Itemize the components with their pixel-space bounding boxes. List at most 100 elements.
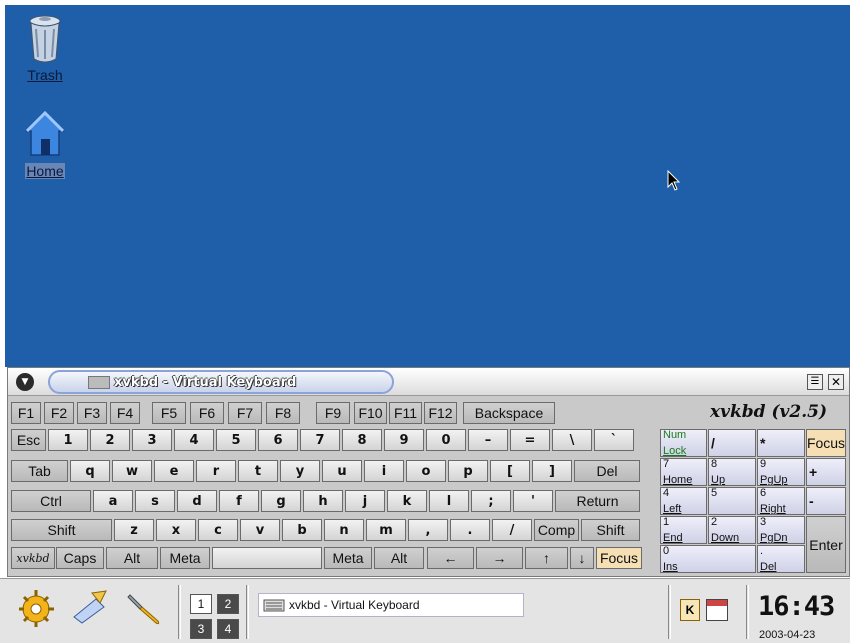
- window-menu-button[interactable]: ▼: [16, 373, 34, 391]
- key-numpad-focus[interactable]: Focus: [806, 429, 846, 457]
- key-focus[interactable]: Focus: [596, 547, 642, 569]
- key-f11[interactable]: F11: [389, 402, 422, 424]
- tools-wrench-icon[interactable]: [124, 587, 164, 627]
- desktop-icon-home[interactable]: Home: [15, 109, 75, 180]
- key-return[interactable]: Return: [555, 490, 640, 512]
- key-num-1[interactable]: 1: [48, 429, 88, 451]
- key-num-11[interactable]: –: [468, 429, 508, 451]
- key-num-6[interactable]: 6: [258, 429, 298, 451]
- key-f6[interactable]: F6: [190, 402, 224, 424]
- clock-time[interactable]: 16:43: [758, 591, 835, 622]
- key-f1[interactable]: F1: [11, 402, 41, 424]
- key-numpad-slash[interactable]: /: [708, 429, 756, 457]
- key-s[interactable]: s: [135, 490, 175, 512]
- key-k[interactable]: k: [387, 490, 427, 512]
- pager-desktop-4[interactable]: 4: [217, 619, 239, 639]
- key-z[interactable]: z: [114, 519, 154, 541]
- key-num-10[interactable]: 0: [426, 429, 466, 451]
- desktop-background[interactable]: Trash Home: [5, 5, 850, 367]
- key-sym[interactable]: .: [450, 519, 490, 541]
- key-q[interactable]: q: [70, 460, 110, 482]
- key-sym[interactable]: ': [513, 490, 553, 512]
- key-c[interactable]: c: [198, 519, 238, 541]
- key-num-13[interactable]: \: [552, 429, 592, 451]
- key-a[interactable]: a: [93, 490, 133, 512]
- key-sym[interactable]: [: [490, 460, 530, 482]
- key-alt-right[interactable]: Alt: [374, 547, 424, 569]
- key-sym[interactable]: ;: [471, 490, 511, 512]
- key-numpad-0[interactable]: 0 Ins: [660, 545, 756, 573]
- key-numpad-9[interactable]: 9 PgUp: [757, 458, 805, 486]
- key-comp[interactable]: Comp: [534, 519, 579, 541]
- key-xvkbd-logo[interactable]: xvkbd: [11, 547, 55, 569]
- key-f5[interactable]: F5: [152, 402, 186, 424]
- klipper-icon[interactable]: K: [680, 599, 700, 621]
- key-ctrl[interactable]: Ctrl: [11, 490, 91, 512]
- key-num-2[interactable]: 2: [90, 429, 130, 451]
- key-numpad-6[interactable]: 6 Right: [757, 487, 805, 515]
- key-tab[interactable]: Tab: [11, 460, 68, 482]
- close-window-button[interactable]: ✕: [828, 374, 844, 390]
- key-f7[interactable]: F7: [228, 402, 262, 424]
- key-f[interactable]: f: [219, 490, 259, 512]
- pager-desktop-3[interactable]: 3: [190, 619, 212, 639]
- key-space[interactable]: [212, 547, 322, 569]
- key-numpad-5[interactable]: 5: [708, 487, 756, 515]
- key-e[interactable]: e: [154, 460, 194, 482]
- key-numpad-1[interactable]: 1 End: [660, 516, 707, 544]
- key-sym[interactable]: ,: [408, 519, 448, 541]
- key-u[interactable]: u: [322, 460, 362, 482]
- shade-window-button[interactable]: ☰: [807, 374, 823, 390]
- key-j[interactable]: j: [345, 490, 385, 512]
- key-sym[interactable]: /: [492, 519, 532, 541]
- key-num-4[interactable]: 4: [174, 429, 214, 451]
- key-numpad-minus[interactable]: -: [806, 487, 846, 515]
- key-b[interactable]: b: [282, 519, 322, 541]
- key-meta-right[interactable]: Meta: [324, 547, 372, 569]
- key-right-arrow[interactable]: →: [476, 547, 523, 569]
- key-left-arrow[interactable]: ←: [427, 547, 474, 569]
- key-l[interactable]: l: [429, 490, 469, 512]
- key-numpad-plus[interactable]: +: [806, 458, 846, 486]
- key-num-lock[interactable]: Num Lock: [660, 429, 707, 457]
- taskbar-task-xvkbd[interactable]: xvkbd - Virtual Keyboard: [258, 593, 524, 617]
- key-x[interactable]: x: [156, 519, 196, 541]
- key-num-14[interactable]: `: [594, 429, 634, 451]
- key-sym[interactable]: ]: [532, 460, 572, 482]
- key-meta[interactable]: Meta: [160, 547, 210, 569]
- key-w[interactable]: w: [112, 460, 152, 482]
- key-numpad-8[interactable]: 8 Up: [708, 458, 756, 486]
- key-numpad-7[interactable]: 7 Home: [660, 458, 707, 486]
- key-num-8[interactable]: 8: [342, 429, 382, 451]
- key-p[interactable]: p: [448, 460, 488, 482]
- key-t[interactable]: t: [238, 460, 278, 482]
- pager-desktop-2[interactable]: 2: [217, 594, 239, 614]
- key-num-9[interactable]: 9: [384, 429, 424, 451]
- key-m[interactable]: m: [366, 519, 406, 541]
- key-f9[interactable]: F9: [316, 402, 350, 424]
- key-num-12[interactable]: =: [510, 429, 550, 451]
- key-numpad-star[interactable]: *: [757, 429, 805, 457]
- key-backspace[interactable]: Backspace: [463, 402, 555, 424]
- key-del[interactable]: Del: [574, 460, 640, 482]
- key-i[interactable]: i: [364, 460, 404, 482]
- title-bar-pill[interactable]: xvkbd - Virtual Keyboard: [48, 370, 394, 394]
- key-r[interactable]: r: [196, 460, 236, 482]
- key-numpad-4[interactable]: 4 Left: [660, 487, 707, 515]
- key-f10[interactable]: F10: [354, 402, 387, 424]
- key-v[interactable]: v: [240, 519, 280, 541]
- key-g[interactable]: g: [261, 490, 301, 512]
- key-up-arrow[interactable]: ↑: [525, 547, 568, 569]
- key-shift-right[interactable]: Shift: [581, 519, 640, 541]
- key-f2[interactable]: F2: [44, 402, 74, 424]
- key-alt[interactable]: Alt: [106, 547, 158, 569]
- key-numpad-enter[interactable]: Enter: [806, 516, 846, 573]
- key-d[interactable]: d: [177, 490, 217, 512]
- key-y[interactable]: y: [280, 460, 320, 482]
- key-shift[interactable]: Shift: [11, 519, 112, 541]
- key-numpad-3[interactable]: 3 PgDn: [757, 516, 805, 544]
- key-h[interactable]: h: [303, 490, 343, 512]
- key-esc[interactable]: Esc: [11, 429, 46, 451]
- desktop-icon-trash[interactable]: Trash: [15, 13, 75, 84]
- key-num-3[interactable]: 3: [132, 429, 172, 451]
